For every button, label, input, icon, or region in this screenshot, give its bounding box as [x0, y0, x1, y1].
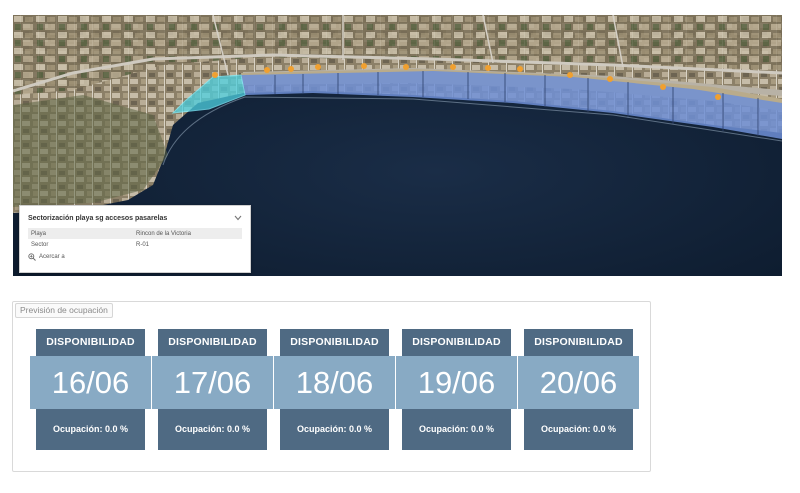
card-header: DISPONIBILIDAD	[402, 329, 511, 356]
popup-attribute-table: Playa Rincon de la Victoria Sector R-01	[28, 228, 242, 250]
forecast-card-2: DISPONIBILIDAD 17/06 Ocupación: 0.0 %	[152, 329, 273, 450]
card-header: DISPONIBILIDAD	[158, 329, 267, 356]
occupancy-forecast-panel: Previsión de ocupación DISPONIBILIDAD 16…	[12, 301, 651, 472]
attribute-key-sector: Sector	[31, 241, 49, 248]
forecast-card-3: DISPONIBILIDAD 18/06 Ocupación: 0.0 %	[274, 329, 395, 450]
popup-title: Sectorización playa sg accesos pasarelas	[28, 215, 168, 222]
card-date: 16/06	[30, 356, 151, 409]
panel-title: Previsión de ocupación	[15, 303, 113, 318]
card-occupancy: Ocupación: 0.0 %	[524, 409, 633, 450]
zoom-to-button[interactable]: Acercar a	[28, 253, 242, 261]
forecast-card-4: DISPONIBILIDAD 19/06 Ocupación: 0.0 %	[396, 329, 517, 450]
table-row: Playa Rincon de la Victoria	[28, 228, 242, 239]
card-header: DISPONIBILIDAD	[524, 329, 633, 356]
table-row: Sector R-01	[28, 239, 242, 250]
attribute-value-playa: Rincon de la Victoria	[133, 228, 242, 239]
forecast-card-5: DISPONIBILIDAD 20/06 Ocupación: 0.0 %	[518, 329, 639, 450]
card-occupancy: Ocupación: 0.0 %	[402, 409, 511, 450]
attribute-key-playa: Playa	[28, 228, 133, 239]
card-occupancy: Ocupación: 0.0 %	[280, 409, 389, 450]
chevron-down-icon[interactable]	[234, 215, 242, 223]
popup-header: Sectorización playa sg accesos pasarelas	[28, 212, 242, 225]
card-date: 20/06	[518, 356, 639, 409]
forecast-card-1: DISPONIBILIDAD 16/06 Ocupación: 0.0 %	[30, 329, 151, 450]
card-occupancy: Ocupación: 0.0 %	[36, 409, 145, 450]
map-view[interactable]: Sectorización playa sg accesos pasarelas…	[13, 15, 782, 276]
card-header: DISPONIBILIDAD	[280, 329, 389, 356]
card-occupancy: Ocupación: 0.0 %	[158, 409, 267, 450]
card-date: 19/06	[396, 356, 517, 409]
card-date: 18/06	[274, 356, 395, 409]
zoom-to-label: Acercar a	[39, 254, 65, 260]
attribute-value-sector: R-01	[136, 241, 150, 248]
zoom-in-icon	[28, 253, 36, 261]
feature-popup: Sectorización playa sg accesos pasarelas…	[19, 205, 251, 273]
card-header: DISPONIBILIDAD	[36, 329, 145, 356]
card-date: 17/06	[152, 356, 273, 409]
